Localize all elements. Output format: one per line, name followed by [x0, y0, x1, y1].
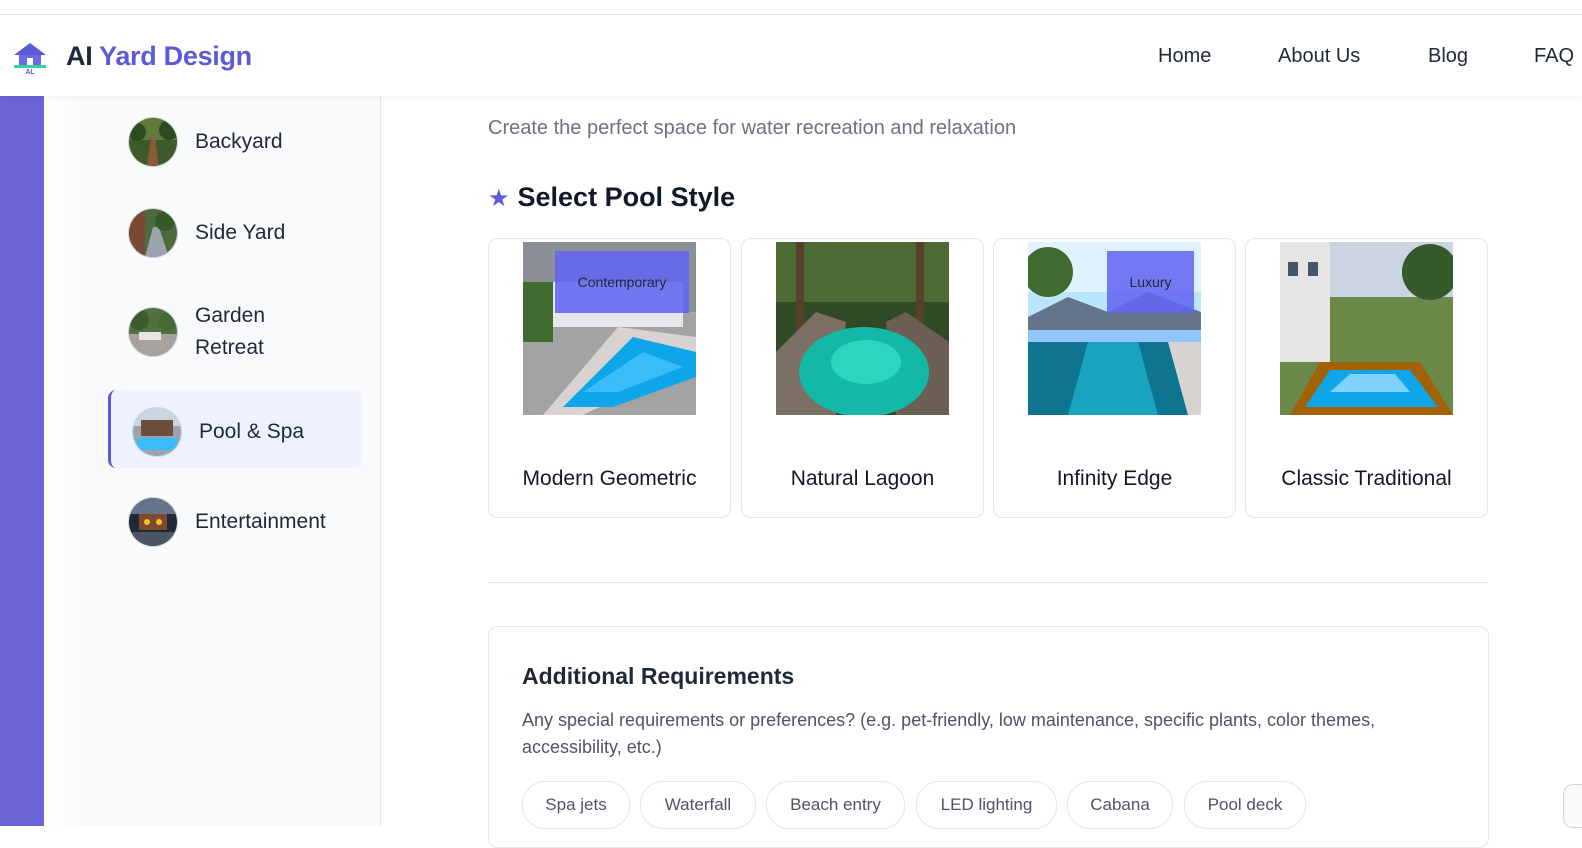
chip-beach-entry[interactable]: Beach entry: [766, 781, 905, 829]
pool-style-card-infinity-edge[interactable]: Luxury Infinity Edge: [993, 238, 1236, 518]
nav-about-us[interactable]: About Us: [1278, 45, 1360, 68]
chip-spa-jets[interactable]: Spa jets: [522, 781, 630, 829]
pool-style-card-modern-geometric[interactable]: Contemporary Modern Geometric: [488, 238, 731, 518]
chip-led-lighting[interactable]: LED lighting: [916, 781, 1057, 829]
house-logo-icon[interactable]: AL: [12, 41, 48, 75]
requirements-description: Any special requirements or preferences?…: [522, 710, 1376, 757]
section-title-text: Select Pool Style: [517, 182, 736, 212]
brand-ai: AI: [66, 41, 93, 71]
section-subtitle: Create the perfect space for water recre…: [488, 117, 1017, 139]
nav-blog[interactable]: Blog: [1428, 45, 1468, 68]
requirements-title: Additional Requirements: [522, 663, 795, 689]
backyard-thumbnail-icon: [128, 117, 178, 167]
pool-style-name: Natural Lagoon: [790, 467, 935, 490]
entertainment-thumbnail-icon: [128, 497, 178, 547]
chip-cabana[interactable]: Cabana: [1067, 781, 1173, 829]
pool-style-name: Classic Traditional: [1281, 467, 1452, 490]
section-divider: [488, 582, 1488, 583]
sidebar-item-label: Backyard: [195, 130, 283, 153]
star-icon: ★: [488, 185, 510, 212]
sidebar-item-side-yard[interactable]: Side Yard: [128, 208, 285, 258]
garden-retreat-thumbnail-icon: [128, 307, 178, 357]
sidebar-item-label: Garden Retreat: [195, 304, 266, 359]
classic-traditional-image: [1280, 242, 1453, 415]
sidebar-item-pool-spa[interactable]: Pool & Spa: [132, 407, 304, 457]
sidebar-item-label: Side Yard: [195, 221, 286, 244]
chip-pool-deck[interactable]: Pool deck: [1184, 781, 1306, 829]
sidebar-item-garden-retreat[interactable]: Garden Retreat: [128, 300, 305, 364]
sidebar-item-label: Pool & Spa: [199, 420, 305, 443]
brand-name[interactable]: AI Yard Design: [66, 41, 252, 72]
svg-text:AL: AL: [25, 69, 35, 75]
style-badge-luxury: Luxury: [1107, 251, 1194, 313]
sidebar-accent-bar: [0, 96, 44, 826]
pool-spa-thumbnail-icon: [132, 407, 182, 457]
sidebar-item-entertainment[interactable]: Entertainment: [128, 497, 326, 547]
pool-style-name: Infinity Edge: [1056, 467, 1173, 490]
nav-faq[interactable]: FAQ: [1534, 45, 1574, 68]
nav-home[interactable]: Home: [1158, 45, 1211, 68]
style-badge-contemporary: Contemporary: [555, 251, 689, 313]
floating-edge-handle[interactable]: [1563, 784, 1582, 828]
pool-style-card-natural-lagoon[interactable]: Natural Lagoon: [741, 238, 984, 518]
pool-style-card-classic-traditional[interactable]: Classic Traditional: [1245, 238, 1488, 518]
chip-waterfall[interactable]: Waterfall: [640, 781, 756, 829]
pool-style-name: Modern Geometric: [522, 467, 697, 490]
side-yard-thumbnail-icon: [128, 208, 178, 258]
additional-requirements-panel: Additional Requirements Any special requ…: [488, 626, 1489, 848]
natural-lagoon-image: [776, 242, 949, 415]
site-header: AL AI Yard Design Home About Us Blog FAQ: [0, 15, 1582, 96]
section-title: ★ Select Pool Style: [488, 182, 735, 213]
sidebar-item-backyard[interactable]: Backyard: [128, 117, 283, 167]
brand-yard-design: Yard Design: [99, 41, 252, 71]
sidebar-item-label: Entertainment: [195, 510, 326, 533]
